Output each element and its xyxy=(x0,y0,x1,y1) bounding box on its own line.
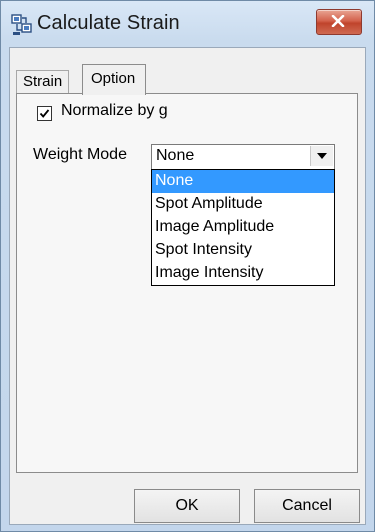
title-bar[interactable]: Calculate Strain xyxy=(1,1,374,47)
close-icon xyxy=(331,15,345,27)
weight-mode-label: Weight Mode xyxy=(33,146,127,163)
ok-button[interactable]: OK xyxy=(134,489,240,523)
dropdown-option-image-amplitude[interactable]: Image Amplitude xyxy=(152,216,334,239)
checkmark-icon xyxy=(39,109,50,118)
weight-mode-selected-value: None xyxy=(156,147,195,164)
dropdown-option-none[interactable]: None xyxy=(152,170,334,193)
dialog-client-area: Strain Option Normalize by g Weight Mode… xyxy=(9,47,366,525)
chevron-down-icon xyxy=(317,153,327,159)
dropdown-option-image-intensity[interactable]: Image Intensity xyxy=(152,262,334,285)
window-title: Calculate Strain xyxy=(37,12,180,34)
close-button[interactable] xyxy=(316,9,362,35)
option-tab-panel: Normalize by g Weight Mode None None Spo… xyxy=(16,93,358,473)
tab-option[interactable]: Option xyxy=(82,64,147,95)
normalize-by-g-checkbox[interactable] xyxy=(37,106,52,121)
tab-strain[interactable]: Strain xyxy=(16,70,70,93)
dropdown-option-spot-amplitude[interactable]: Spot Amplitude xyxy=(152,193,334,216)
weight-mode-dropdown-list: None Spot Amplitude Image Amplitude Spot… xyxy=(151,169,335,286)
dropdown-option-spot-intensity[interactable]: Spot Intensity xyxy=(152,239,334,262)
cancel-button[interactable]: Cancel xyxy=(254,489,360,523)
weight-mode-select[interactable]: None xyxy=(151,144,335,170)
dropdown-arrow-button[interactable] xyxy=(310,146,333,166)
normalize-by-g-label[interactable]: Normalize by g xyxy=(61,102,168,120)
calculate-strain-app-icon xyxy=(11,14,33,36)
calculate-strain-dialog: Calculate Strain Strain Option Normalize… xyxy=(0,0,375,532)
